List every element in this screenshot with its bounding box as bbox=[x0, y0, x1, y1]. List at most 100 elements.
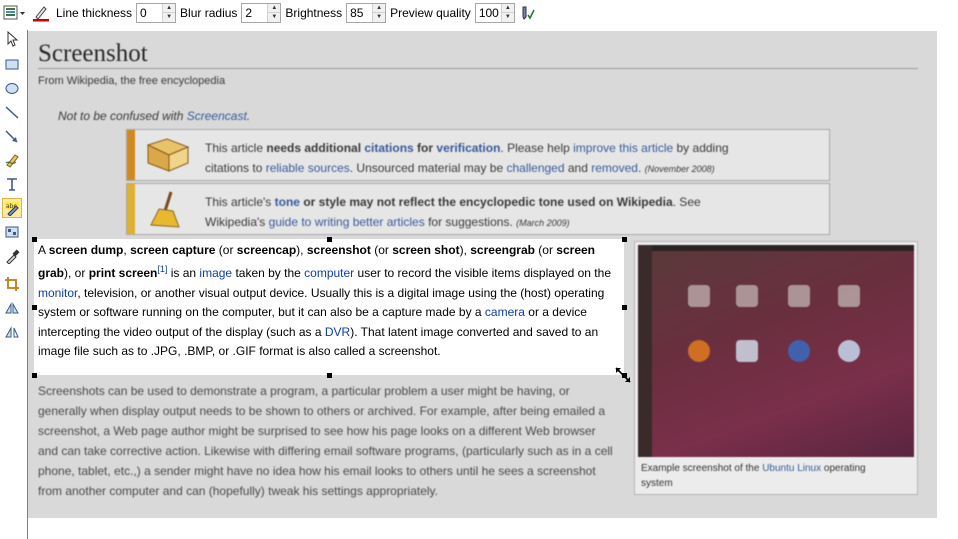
camera-link[interactable]: camera bbox=[485, 305, 525, 319]
resize-handle-top[interactable] bbox=[327, 237, 332, 242]
select-tool[interactable] bbox=[2, 29, 22, 49]
ubuntu-screenshot-image bbox=[638, 245, 914, 457]
obfuscate-tool[interactable] bbox=[2, 222, 22, 242]
sources-link[interactable]: reliable sources bbox=[266, 161, 350, 175]
citations-link[interactable]: citations bbox=[364, 141, 413, 155]
spin-down-icon[interactable]: ▼ bbox=[163, 12, 176, 22]
blur-radius-label: Blur radius bbox=[180, 5, 238, 20]
notice-text: This article's bbox=[205, 195, 275, 209]
para-text: taken by the bbox=[232, 266, 305, 281]
blur-radius-value[interactable]: 2 bbox=[242, 4, 267, 22]
brightness-spinner[interactable]: 85 ▲ ▼ bbox=[346, 2, 387, 23]
para-text: ), bbox=[296, 243, 307, 257]
para-text: ), bbox=[459, 243, 471, 257]
preview-quality-value[interactable]: 100 bbox=[476, 4, 501, 22]
notice-text: citations to bbox=[205, 161, 266, 175]
page-subtitle: From Wikipedia, the free encyclopedia bbox=[38, 75, 226, 87]
tone-link[interactable]: tone bbox=[275, 195, 300, 209]
text-tool[interactable] bbox=[2, 174, 22, 194]
confirm-icon[interactable] bbox=[519, 3, 537, 23]
hatnote-link[interactable]: Screencast bbox=[187, 109, 247, 123]
challenged-link[interactable]: challenged bbox=[506, 161, 564, 175]
spin-down-icon[interactable]: ▼ bbox=[268, 12, 281, 22]
para-text: A bbox=[38, 243, 49, 257]
notice-text: for bbox=[413, 141, 437, 155]
computer-link[interactable]: computer bbox=[304, 266, 354, 280]
para-text: (or bbox=[370, 243, 393, 257]
line-color-icon[interactable] bbox=[30, 2, 52, 24]
para-bold: screen capture bbox=[130, 243, 216, 257]
freehand-tool[interactable] bbox=[2, 150, 22, 170]
resize-handle-top-right[interactable] bbox=[622, 237, 627, 242]
ubuntu-link[interactable]: Ubuntu Linux bbox=[762, 463, 821, 474]
brightness-value[interactable]: 85 bbox=[347, 4, 372, 22]
removed-link[interactable]: removed bbox=[591, 161, 638, 175]
title-divider bbox=[38, 68, 918, 69]
hatnote-text: Not to be confused with bbox=[58, 109, 187, 123]
verification-link[interactable]: verification bbox=[436, 141, 500, 155]
spin-down-icon[interactable]: ▼ bbox=[501, 12, 514, 22]
notice-text: or style may not reflect the encyclopedi… bbox=[299, 195, 673, 209]
cursor-arrow-icon bbox=[7, 31, 19, 47]
resize-handle-right[interactable] bbox=[622, 305, 627, 310]
pipette-icon bbox=[6, 249, 20, 264]
spin-up-icon[interactable]: ▲ bbox=[163, 4, 175, 13]
blur-radius-spinner[interactable]: 2 ▲ ▼ bbox=[241, 2, 282, 23]
para-bold: print screen bbox=[88, 266, 158, 281]
notice-text: . bbox=[637, 161, 645, 175]
app-icon bbox=[688, 285, 710, 307]
notice-text: by adding bbox=[673, 141, 729, 155]
rectangle-icon bbox=[5, 59, 19, 70]
resize-handle-bottom[interactable] bbox=[327, 373, 332, 378]
citation-notice-text: This article needs additional citations … bbox=[205, 138, 819, 179]
guide-link[interactable]: guide to writing better articles bbox=[269, 215, 425, 229]
selected-highlight-region[interactable]: A screen dump, screen capture (or screen… bbox=[34, 239, 624, 375]
highlight-tool[interactable]: abc bbox=[2, 198, 22, 218]
image-link[interactable]: image bbox=[199, 266, 232, 280]
notice-date: (March 2009) bbox=[516, 218, 570, 228]
caption-text: Example screenshot of the bbox=[641, 463, 763, 474]
rectangle-tool[interactable] bbox=[2, 54, 22, 74]
pipette-tool[interactable] bbox=[2, 246, 22, 266]
spin-up-icon[interactable]: ▲ bbox=[373, 4, 385, 13]
line-thickness-label: Line thickness bbox=[56, 5, 133, 20]
notice-date: (November 2008) bbox=[644, 164, 715, 174]
thumbnail-figure: Example screenshot of the Ubuntu Linux o… bbox=[634, 241, 918, 495]
top-panel bbox=[638, 245, 914, 251]
reference-link[interactable]: [1] bbox=[157, 264, 167, 274]
app-icon bbox=[788, 285, 810, 307]
notice-bar bbox=[127, 184, 135, 234]
para-text: user to record the visible items display… bbox=[354, 266, 611, 281]
line-thickness-spinner[interactable]: 0 ▲ ▼ bbox=[136, 2, 177, 23]
resize-handle-left[interactable] bbox=[32, 305, 37, 310]
rotate-icon bbox=[5, 326, 19, 338]
rotate-tool[interactable] bbox=[2, 322, 22, 342]
drawable-menu-icon[interactable] bbox=[1, 2, 27, 24]
thumbnail-caption: Example screenshot of the Ubuntu Linux o… bbox=[641, 461, 891, 491]
app-icon bbox=[838, 285, 860, 307]
line-thickness-value[interactable]: 0 bbox=[137, 4, 162, 22]
resize-handle-top-left[interactable] bbox=[32, 237, 37, 242]
spin-up-icon[interactable]: ▲ bbox=[268, 4, 280, 13]
para-bold: screenshot bbox=[306, 243, 371, 257]
arrow-tool[interactable] bbox=[2, 126, 22, 146]
flip-tool[interactable] bbox=[2, 298, 22, 318]
spin-down-icon[interactable]: ▼ bbox=[373, 12, 386, 22]
preview-quality-spinner[interactable]: 100 ▲ ▼ bbox=[474, 2, 515, 23]
improve-link[interactable]: improve this article bbox=[573, 141, 673, 155]
book-icon bbox=[146, 138, 190, 172]
notice-text: . See bbox=[672, 195, 701, 209]
ellipse-tool[interactable] bbox=[2, 78, 22, 98]
spin-up-icon[interactable]: ▲ bbox=[502, 4, 514, 13]
para-text: is an bbox=[167, 266, 200, 281]
crop-tool[interactable] bbox=[2, 274, 22, 294]
dvr-link[interactable]: DVR bbox=[325, 325, 350, 339]
monitor-link[interactable]: monitor bbox=[38, 286, 77, 300]
notice-text: . Please help bbox=[500, 141, 574, 155]
citation-notice: This article needs additional citations … bbox=[126, 129, 830, 181]
resize-handle-bottom-left[interactable] bbox=[32, 373, 37, 378]
line-tool[interactable] bbox=[2, 102, 22, 122]
properties-toolbar: Line thickness 0 ▲ ▼ Blur radius 2 ▲ ▼ Bri… bbox=[0, 0, 958, 25]
highlight-icon: abc bbox=[5, 202, 19, 216]
notice-text: and bbox=[564, 161, 592, 175]
